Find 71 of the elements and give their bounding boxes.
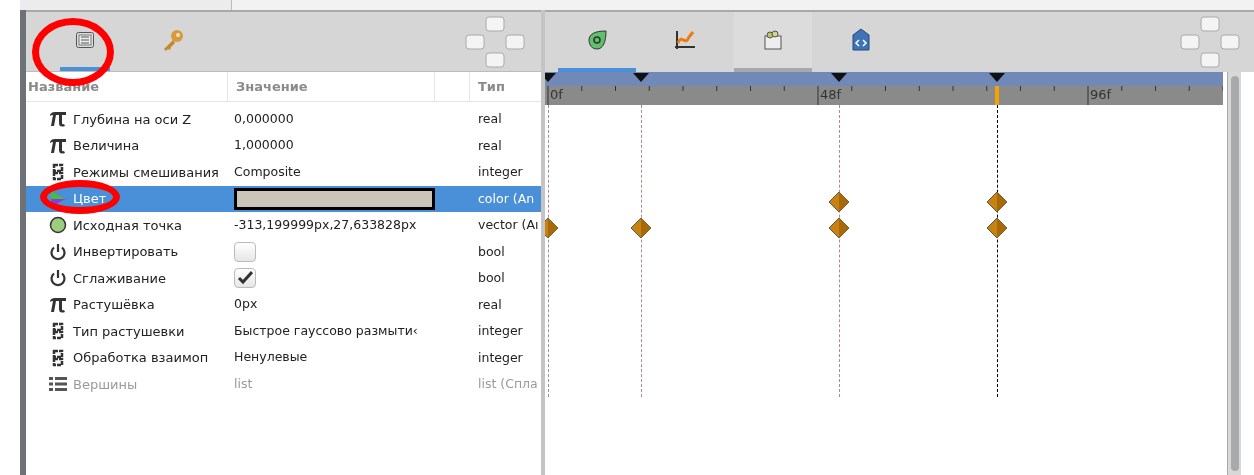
waypoint[interactable] [986, 190, 1008, 213]
parameter-type: integer [478, 164, 523, 180]
parameter-type: bool [478, 270, 505, 286]
color-swatch[interactable] [234, 187, 435, 210]
parameter-name: Обработка взаимоп [73, 349, 209, 367]
digit-icon [52, 322, 64, 341]
parameter-name: Растушёвка [73, 296, 155, 314]
digit-icon [52, 163, 64, 182]
parameter-row[interactable]: Сглаживание bool [26, 265, 541, 292]
dock-handle-icon[interactable] [465, 15, 525, 68]
checkmark-icon [237, 271, 253, 286]
parameter-type: vector (Aı [478, 217, 539, 233]
parameter-row[interactable]: Обработка взаимоп Ненулевые integer [26, 344, 541, 371]
parameter-name: Инвертировать [73, 243, 179, 261]
parameter-value: Ненулевые [234, 348, 308, 367]
pi-icon [49, 296, 67, 313]
checkbox[interactable] [234, 241, 256, 262]
parameter-type: real [478, 296, 502, 312]
power-icon [49, 269, 67, 288]
parameter-name: Режимы смешивания [73, 163, 219, 182]
parameter-type: list (Спла [478, 376, 538, 392]
parameter-name: Вершины [73, 375, 138, 394]
parameter-type: integer [478, 323, 523, 339]
waypoint[interactable] [630, 217, 652, 239]
key-icon [162, 28, 184, 51]
parameter-name: Глубина на оси Z [73, 110, 192, 129]
digit-icon [52, 348, 64, 367]
circle-icon [49, 216, 67, 235]
parameter-value: list [234, 374, 253, 393]
dock-handle-icon[interactable] [1180, 16, 1240, 68]
waypoint[interactable] [828, 190, 850, 213]
parameter-row[interactable]: Исходная точка -313,199999px,27,633828px vector (Aı [26, 212, 541, 239]
checkbox[interactable] [234, 268, 256, 289]
parameter-value: Composite [234, 162, 301, 181]
parameter-row[interactable]: Глубина на оси Z 0,000000 real [26, 106, 541, 133]
parameter-type: color (An [478, 190, 535, 206]
panel-icon [76, 31, 94, 48]
parameter-row[interactable]: Режимы смешивания Composite integer [26, 159, 541, 186]
parameter-type: bool [478, 243, 505, 259]
ruler-label: 48f [820, 88, 842, 101]
parameter-type: real [478, 111, 502, 127]
parameter-name: Сглаживание [73, 269, 166, 288]
parameter-value: 0,000000 [234, 109, 294, 128]
parameter-value: 1,000000 [234, 136, 294, 155]
parameter-value: Быстрое гауссово размыти‹ [234, 321, 418, 340]
time-ruler[interactable] [545, 72, 1223, 105]
ruler-label: 96f [1090, 88, 1112, 101]
parameter-type: integer [478, 349, 523, 365]
box-icon [762, 29, 784, 51]
parameter-row[interactable]: Растушёвка 0px real [26, 291, 541, 318]
parameter-type: real [478, 137, 502, 153]
waypoint[interactable] [828, 217, 850, 239]
scrollbar[interactable] [1227, 72, 1241, 475]
parameter-name: Исходная точка [73, 216, 182, 235]
parameter-row[interactable]: Величина 1,000000 real [26, 132, 541, 159]
pi-icon [49, 111, 67, 128]
parameter-name: Тип растушевки [73, 322, 185, 341]
parameter-name: Величина [73, 137, 140, 155]
ruler-label: 0f [550, 88, 563, 101]
tag-icon [851, 28, 871, 52]
parameter-value: 0px [234, 295, 258, 314]
list-icon [49, 376, 67, 393]
parameter-name: Цвет [73, 190, 107, 208]
leaf-icon [586, 29, 608, 51]
curve-graph-icon [673, 29, 697, 51]
waypoint[interactable] [986, 217, 1008, 239]
parameter-row[interactable]: Инвертировать bool [26, 238, 541, 265]
parameter-row[interactable]: Тип растушевки Быстрое гауссово размыти‹ integer [26, 318, 541, 345]
parameter-value: -313,199999px,27,633828px [234, 215, 417, 234]
power-icon [49, 242, 67, 261]
pi-icon [49, 137, 67, 154]
